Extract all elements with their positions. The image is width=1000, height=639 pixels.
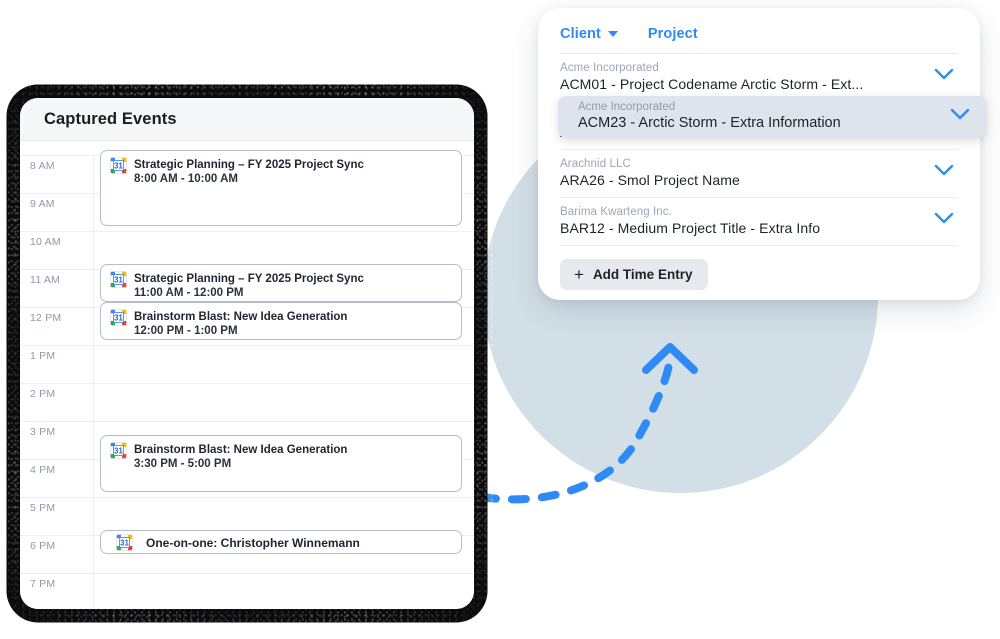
event-text: One-on-one: Christopher Winnemann: [146, 535, 360, 550]
add-time-entry-label: Add Time Entry: [592, 267, 693, 282]
event-time: 11:00 AM - 12:00 PM: [134, 287, 244, 299]
event-time: 3:30 PM - 5:00 PM: [134, 458, 232, 470]
google-calendar-icon: 31: [110, 271, 127, 288]
hour-label: 11 AM: [30, 274, 60, 286]
hour-label: 6 PM: [30, 540, 56, 552]
google-calendar-icon: 31: [110, 157, 127, 174]
tab-client[interactable]: Client: [560, 26, 618, 42]
hour-label: 5 PM: [30, 502, 56, 514]
row-client-name: Barima Kwarteng Inc.: [560, 206, 672, 218]
hour-label: 12 PM: [30, 312, 62, 324]
dashed-up-arrow: [478, 343, 698, 504]
calendar-event[interactable]: 31 Strategic Planning – FY 2025 Project S…: [100, 150, 462, 226]
captured-events-panel: Captured Events 8 AM 9 AM 10 AM 11 AM 12 PM 1…: [8, 86, 486, 621]
calendar-grid: 8 AM 9 AM 10 AM 11 AM 12 PM 1 PM 2 PM 3 PM 4 PM 5…: [20, 141, 474, 609]
row-project-name: ACM01 - Project Codename Arctic Storm - …: [560, 76, 864, 92]
project-list: Acme Incorporated ACM01 - Project Codenam…: [560, 54, 958, 246]
popup-tabs: Client Project: [560, 26, 958, 53]
hour-gridline: [20, 497, 474, 498]
chevron-down-icon[interactable]: [934, 164, 954, 182]
hour-label: 7 PM: [30, 578, 56, 590]
hour-label: 9 AM: [30, 198, 55, 210]
calendar-event[interactable]: 31 Brainstorm Blast: New Idea Generation 1…: [100, 302, 462, 340]
tab-project[interactable]: Project: [648, 26, 698, 42]
hour-label: 2 PM: [30, 388, 56, 400]
event-time: 12:00 PM - 1:00 PM: [134, 325, 238, 337]
hour-gridline: [20, 231, 474, 232]
tab-client-label: Client: [560, 26, 601, 42]
hour-row: 7 PM: [20, 573, 474, 609]
google-calendar-icon: 31: [116, 533, 133, 551]
chevron-down-icon: [607, 31, 618, 37]
project-row[interactable]: Arachnid LLC ARA26 - Smol Project Name: [560, 150, 958, 198]
hour-label: 4 PM: [30, 464, 56, 476]
hour-label: 10 AM: [30, 236, 61, 248]
google-calendar-icon: 31: [110, 442, 127, 459]
calendar-event[interactable]: 31 One-on-one: Christopher Winnemann: [100, 530, 462, 554]
chevron-down-icon[interactable]: [950, 108, 970, 126]
hour-row: 1 PM: [20, 345, 474, 383]
tab-project-label: Project: [647, 26, 698, 42]
row-project-name: ACM23 - Arctic Storm - Extra Information: [578, 115, 841, 131]
screenshot-root: Captured Events 8 AM 9 AM 10 AM 11 AM 12 PM 1…: [0, 0, 1000, 639]
event-title: Strategic Planning – FY 2025 Project Syn…: [134, 273, 364, 285]
svg-text:31: 31: [114, 313, 123, 322]
calendar-event[interactable]: 31 Brainstorm Blast: New Idea Generation 3…: [100, 435, 462, 492]
project-row[interactable]: Acme Incorporated ACM01 - Project Codenam…: [560, 54, 958, 102]
chevron-down-icon[interactable]: [934, 68, 954, 86]
row-project-name: ARA26 - Smol Project Name: [560, 172, 740, 188]
hour-gridline: [20, 345, 474, 346]
event-title: Strategic Planning – FY 2025 Project Syn…: [134, 159, 364, 171]
event-text: Brainstorm Blast: New Idea Generation 3:3…: [134, 442, 347, 471]
project-row-highlighted[interactable]: Acme Incorporated ACM23 - Arctic Storm -…: [558, 96, 986, 138]
event-text: Strategic Planning – FY 2025 Project Syn…: [134, 157, 364, 186]
event-text: Strategic Planning – FY 2025 Project Syn…: [134, 271, 364, 300]
hour-gridline: [20, 573, 474, 574]
plus-icon: +: [574, 265, 584, 284]
hour-label: 1 PM: [30, 350, 56, 362]
row-client-name: Arachnid LLC: [560, 158, 631, 170]
event-title: Brainstorm Blast: New Idea Generation: [134, 444, 348, 456]
hour-gridline: [20, 383, 474, 384]
google-calendar-icon: 31: [110, 309, 127, 326]
event-title: One-on-one: Christopher Winnemann: [146, 535, 360, 550]
svg-text:31: 31: [114, 446, 123, 455]
project-picker-popup: Client Project Acme Incorporated ACM01 - …: [538, 8, 980, 300]
svg-text:31: 31: [120, 538, 129, 547]
hour-label: 3 PM: [30, 426, 56, 438]
captured-events-header: Captured Events: [20, 98, 474, 141]
hour-gridline: [20, 421, 474, 422]
svg-text:31: 31: [114, 275, 123, 284]
calendar-event[interactable]: 31 Strategic Planning – FY 2025 Project S…: [100, 264, 462, 302]
hour-row: 2 PM: [20, 383, 474, 421]
row-client-name: Acme Incorporated: [560, 62, 659, 74]
event-time: 8:00 AM - 10:00 AM: [134, 173, 238, 185]
svg-text:31: 31: [114, 161, 123, 170]
chevron-down-icon[interactable]: [934, 212, 954, 230]
project-row[interactable]: Barima Kwarteng Inc. BAR12 - Medium Proje…: [560, 198, 958, 246]
hour-label: 8 AM: [30, 160, 55, 172]
event-title: Brainstorm Blast: New Idea Generation: [134, 311, 348, 323]
row-project-name: BAR12 - Medium Project Title - Extra Inf…: [560, 220, 821, 236]
row-client-name: Acme Incorporated: [578, 101, 676, 113]
page-title: Captured Events: [44, 109, 177, 128]
event-text: Brainstorm Blast: New Idea Generation 12:…: [134, 309, 347, 338]
add-time-entry-button[interactable]: + Add Time Entry: [560, 259, 709, 290]
